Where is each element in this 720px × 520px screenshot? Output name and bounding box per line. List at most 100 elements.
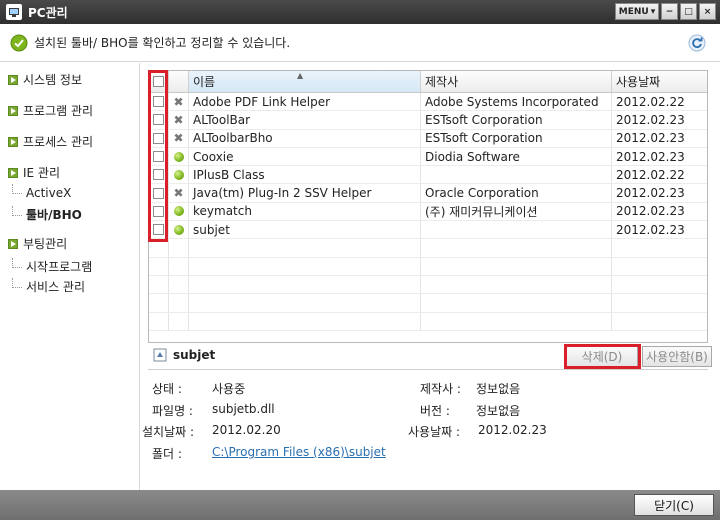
tree-line — [12, 184, 22, 194]
green-arrow-icon — [8, 238, 18, 249]
maximize-button[interactable]: □ — [680, 3, 697, 20]
column-header-maker[interactable]: 제작사 — [421, 71, 612, 92]
enabled-status-icon — [173, 206, 184, 217]
sidebar-sub-toolbar-bho[interactable]: 툴바/BHO — [12, 205, 82, 223]
table-row[interactable]: ✖ ALToolBar ESTsoft Corporation 2012.02.23 — [149, 111, 707, 130]
sidebar-item-process-manage[interactable]: 프로세스 관리 — [8, 133, 93, 150]
component-icon — [153, 348, 167, 362]
column-header-name[interactable]: 이름 ▲ — [189, 71, 421, 92]
green-arrow-icon — [8, 136, 18, 147]
name-cell — [189, 294, 421, 312]
maker-value: 정보없음 — [476, 382, 521, 396]
check-cell — [149, 239, 169, 257]
header-status-col — [169, 71, 189, 92]
close-button-label: 닫기(C) — [654, 498, 694, 513]
enabled-status-icon — [173, 151, 184, 162]
status-cell: ✖ — [169, 129, 189, 147]
delete-button[interactable]: 삭제(D) — [566, 346, 638, 367]
table-row[interactable]: keymatch (주) 재미커뮤니케이션 2012.02.23 — [149, 202, 707, 222]
folder-link[interactable]: C:\Program Files (x86)\subjet — [212, 445, 386, 459]
maker-cell — [421, 257, 612, 275]
row-checkbox[interactable] — [153, 114, 164, 126]
sidebar-sub-label: 툴바/BHO — [26, 208, 82, 222]
tree-line — [12, 277, 22, 288]
list-header: 이름 ▲ 제작사 사용날짜 — [149, 71, 707, 93]
sidebar-item-label: IE 관리 — [23, 166, 61, 180]
row-name: ALToolbarBho — [193, 131, 273, 146]
row-checkbox[interactable] — [153, 205, 164, 217]
refresh-icon[interactable] — [688, 34, 706, 52]
menu-button[interactable]: MENU ▾ — [615, 3, 659, 20]
app-logo-icon — [6, 4, 22, 20]
minimize-button[interactable]: − — [661, 3, 678, 20]
row-checkbox[interactable] — [153, 132, 164, 144]
row-checkbox[interactable] — [153, 187, 164, 199]
row-date: 2012.02.22 — [616, 167, 685, 182]
table-row[interactable]: ✖ Adobe PDF Link Helper Adobe Systems Inco… — [149, 93, 707, 112]
sidebar-sub-label: 시작프로그램 — [26, 260, 93, 274]
check-cell — [149, 129, 169, 147]
delete-button-label: 삭제(D) — [581, 350, 623, 364]
minimize-icon: − — [665, 6, 674, 17]
empty-row — [149, 312, 707, 331]
state-label: 상태 : — [152, 382, 182, 396]
row-name: Cooxie — [193, 149, 234, 164]
row-checkbox[interactable] — [153, 96, 164, 108]
sidebar-sub-startup[interactable]: 시작프로그램 — [12, 257, 93, 275]
date-cell — [612, 239, 707, 256]
table-row[interactable]: ✖ ALToolbarBho ESTsoft Corporation 2012.02.… — [149, 129, 707, 148]
row-name: ALToolBar — [193, 112, 251, 127]
table-row[interactable]: IPlusB Class 2012.02.22 — [149, 166, 707, 185]
date-cell — [612, 276, 707, 293]
row-checkbox[interactable] — [153, 169, 164, 181]
header-check-col[interactable] — [149, 71, 169, 92]
row-checkbox[interactable] — [153, 224, 164, 236]
row-name: subjet — [193, 222, 230, 237]
green-arrow-icon — [8, 167, 18, 178]
enabled-status-icon — [173, 169, 184, 180]
maker-cell: ESTsoft Corporation — [421, 129, 612, 147]
table-row[interactable]: Cooxie Diodia Software 2012.02.23 — [149, 147, 707, 167]
sidebar-item-label: 프로그램 관리 — [23, 104, 94, 118]
name-cell: subjet — [189, 221, 421, 239]
maker-cell — [421, 275, 612, 294]
row-date: 2012.02.23 — [616, 131, 685, 146]
select-all-checkbox[interactable] — [153, 76, 164, 87]
empty-row — [149, 239, 707, 258]
sidebar-item-system-info[interactable]: 시스템 정보 — [8, 71, 82, 88]
table-row[interactable]: subjet 2012.02.23 — [149, 221, 707, 240]
sidebar-item-ie-manage[interactable]: IE 관리 — [8, 164, 60, 181]
row-date: 2012.02.23 — [616, 186, 685, 201]
status-cell — [169, 202, 189, 221]
detail-name: subjet — [173, 348, 216, 362]
date-cell: 2012.02.22 — [612, 93, 707, 110]
sidebar-item-boot-manage[interactable]: 부팅관리 — [8, 235, 67, 252]
detail-title: subjet — [153, 348, 215, 362]
sidebar-item-label: 시스템 정보 — [23, 73, 83, 87]
column-header-date[interactable]: 사용날짜 — [612, 71, 707, 92]
disabled-status-icon: ✖ — [173, 131, 184, 146]
sidebar-sub-label: ActiveX — [26, 186, 72, 200]
check-cell — [149, 202, 169, 221]
table-row[interactable]: ✖ Java(tm) Plug-In 2 SSV Helper Oracle Cor… — [149, 184, 707, 203]
sidebar-sub-services[interactable]: 서비스 관리 — [12, 277, 85, 295]
check-cell — [149, 312, 169, 330]
close-window-button[interactable]: × — [699, 3, 716, 20]
empty-row — [149, 294, 707, 313]
row-maker: (주) 재미커뮤니케이션 — [425, 204, 538, 219]
date-cell: 2012.02.23 — [612, 148, 707, 165]
row-date: 2012.02.23 — [616, 149, 685, 164]
disable-button[interactable]: 사용안함(B) — [642, 346, 712, 367]
name-cell — [189, 275, 421, 294]
sidebar-item-program-manage[interactable]: 프로그램 관리 — [8, 102, 93, 119]
close-button[interactable]: 닫기(C) — [634, 494, 714, 516]
row-checkbox[interactable] — [153, 151, 164, 163]
column-header-label: 사용날짜 — [616, 75, 661, 89]
date-cell — [612, 313, 707, 330]
sidebar-sub-activex[interactable]: ActiveX — [12, 184, 72, 200]
disabled-status-icon: ✖ — [173, 94, 184, 109]
maker-label: 제작사 : — [420, 382, 461, 396]
column-header-label: 이름 — [193, 75, 216, 89]
maximize-icon: □ — [684, 6, 693, 17]
status-cell: ✖ — [169, 184, 189, 202]
